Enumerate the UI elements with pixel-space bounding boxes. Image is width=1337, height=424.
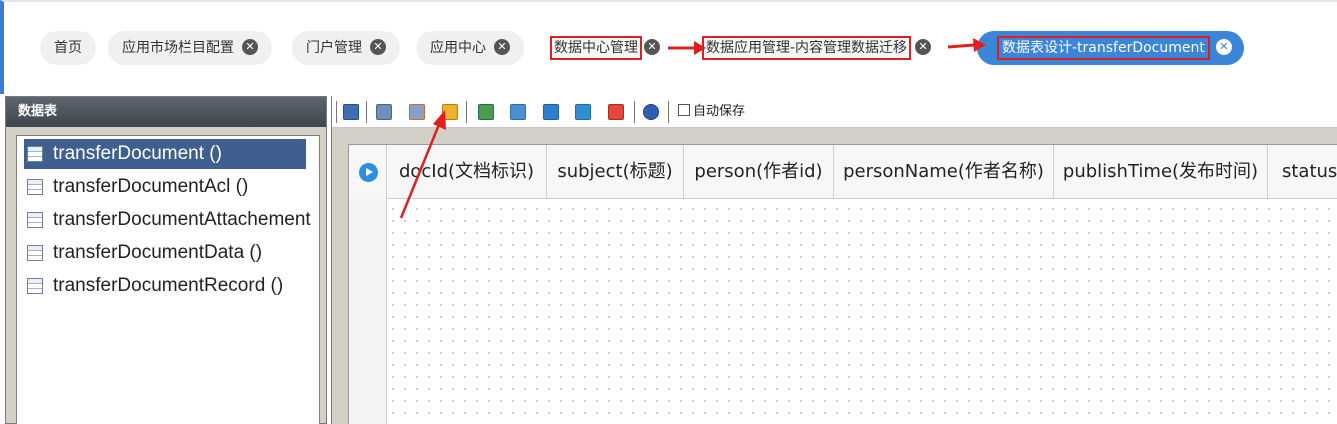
excel-icon[interactable] xyxy=(575,104,591,120)
tab-app-center[interactable]: 应用中心 ✕ xyxy=(416,31,524,65)
tab-data-center-management[interactable]: 数据中心管理 ✕ xyxy=(540,31,664,65)
toolbar-separator xyxy=(668,101,669,123)
save-icon[interactable] xyxy=(343,104,359,120)
help-icon[interactable] xyxy=(643,104,659,120)
tab-label: 应用中心 xyxy=(430,40,486,56)
tree-item-label: transferDocumentData () xyxy=(53,242,263,263)
clear-icon[interactable] xyxy=(608,104,624,120)
tree-item-label: transferDocumentAcl () xyxy=(53,176,249,197)
tree-item-transferdocumentacl[interactable]: transferDocumentAcl () xyxy=(17,172,319,202)
table-tree: transferDocument () transferDocumentAcl … xyxy=(16,135,320,424)
autosave-label: 自动保存 xyxy=(693,104,746,119)
autosave-checkbox[interactable]: 自动保存 xyxy=(678,103,745,121)
tree-item-label: transferDocumentAttachement xyxy=(53,209,311,230)
column-header-person[interactable]: person(作者id) xyxy=(684,145,834,199)
row-indicator-header xyxy=(349,145,387,199)
arrow-annotation-1 xyxy=(668,41,706,55)
toolbar-separator xyxy=(336,101,337,123)
tab-table-design-transferdocument[interactable]: 数据表设计-transferDocument ✕ xyxy=(977,31,1244,65)
close-icon[interactable]: ✕ xyxy=(644,39,660,55)
toolbar-separator xyxy=(466,101,467,123)
tab-label: 应用市场栏目配置 xyxy=(122,40,234,56)
import-icon[interactable] xyxy=(478,104,494,120)
close-icon[interactable]: ✕ xyxy=(494,39,510,55)
word-icon[interactable] xyxy=(543,104,559,120)
tab-data-app-management[interactable]: 数据应用管理-内容管理数据迁移 ✕ xyxy=(692,31,935,65)
column-header-publishtime[interactable]: publishTime(发布时间) xyxy=(1054,145,1268,199)
tree-item-transferdocumentrecord[interactable]: transferDocumentRecord () xyxy=(17,271,319,301)
toolbar: 自动保存 xyxy=(332,96,1337,128)
table-icon xyxy=(27,278,43,294)
tree-item-label: transferDocument () xyxy=(53,143,222,164)
tab-label: 数据应用管理-内容管理数据迁移 xyxy=(701,36,912,60)
close-icon[interactable]: ✕ xyxy=(1215,39,1232,55)
close-icon[interactable]: ✕ xyxy=(242,39,258,55)
arrow-annotation-2 xyxy=(948,38,986,52)
tab-label: 数据中心管理 xyxy=(550,36,642,60)
tab-label: 首页 xyxy=(54,40,82,56)
table-icon xyxy=(27,245,43,261)
toolbar-separator xyxy=(366,101,367,123)
tab-label: 数据表设计-transferDocument xyxy=(997,36,1210,60)
panel-title: 数据表 xyxy=(6,97,326,127)
tree-item-transferdocumentattachement[interactable]: transferDocumentAttachement xyxy=(17,205,319,235)
column-header-subject[interactable]: subject(标题) xyxy=(547,145,684,199)
close-icon[interactable]: ✕ xyxy=(915,39,932,55)
tab-app-market-config[interactable]: 应用市场栏目配置 ✕ xyxy=(108,31,272,65)
grid-header: docId(文档标识) subject(标题) person(作者id) per… xyxy=(349,145,1337,199)
grid-body[interactable] xyxy=(349,199,1337,424)
tree-item-label: transferDocumentRecord () xyxy=(53,275,284,296)
table-icon xyxy=(27,179,43,195)
field-grid: docId(文档标识) subject(标题) person(作者id) per… xyxy=(348,144,1337,424)
table-icon xyxy=(27,212,43,228)
table-list-panel: 数据表 transferDocument () transferDocument… xyxy=(5,96,327,424)
checkbox-icon[interactable] xyxy=(678,104,690,116)
toolbar-separator xyxy=(634,101,635,123)
tree-item-transferdocument[interactable]: transferDocument () xyxy=(24,139,306,169)
tab-bar: 首页 应用市场栏目配置 ✕ 门户管理 ✕ 应用中心 ✕ 数据中心管理 ✕ 数据应用管理-… xyxy=(0,0,1337,94)
column-header-personname[interactable]: personName(作者名称) xyxy=(834,145,1054,199)
tab-home[interactable]: 首页 xyxy=(40,31,96,65)
tab-label: 门户管理 xyxy=(306,40,362,56)
tab-portal-management[interactable]: 门户管理 ✕ xyxy=(292,31,400,65)
column-header-status[interactable]: status( xyxy=(1268,145,1337,199)
close-icon[interactable]: ✕ xyxy=(370,39,386,55)
tree-item-transferdocumentdata[interactable]: transferDocumentData () xyxy=(17,238,319,268)
table-icon xyxy=(27,146,43,162)
play-icon[interactable] xyxy=(359,163,378,182)
table-designer: 自动保存 docId(文档标识) subject(标题) person(作者id… xyxy=(331,96,1337,424)
import-down-icon[interactable] xyxy=(510,104,526,120)
row-indicator-column xyxy=(349,199,387,424)
arrow-annotation-toolbar xyxy=(399,110,446,219)
copy-icon[interactable] xyxy=(376,104,392,120)
